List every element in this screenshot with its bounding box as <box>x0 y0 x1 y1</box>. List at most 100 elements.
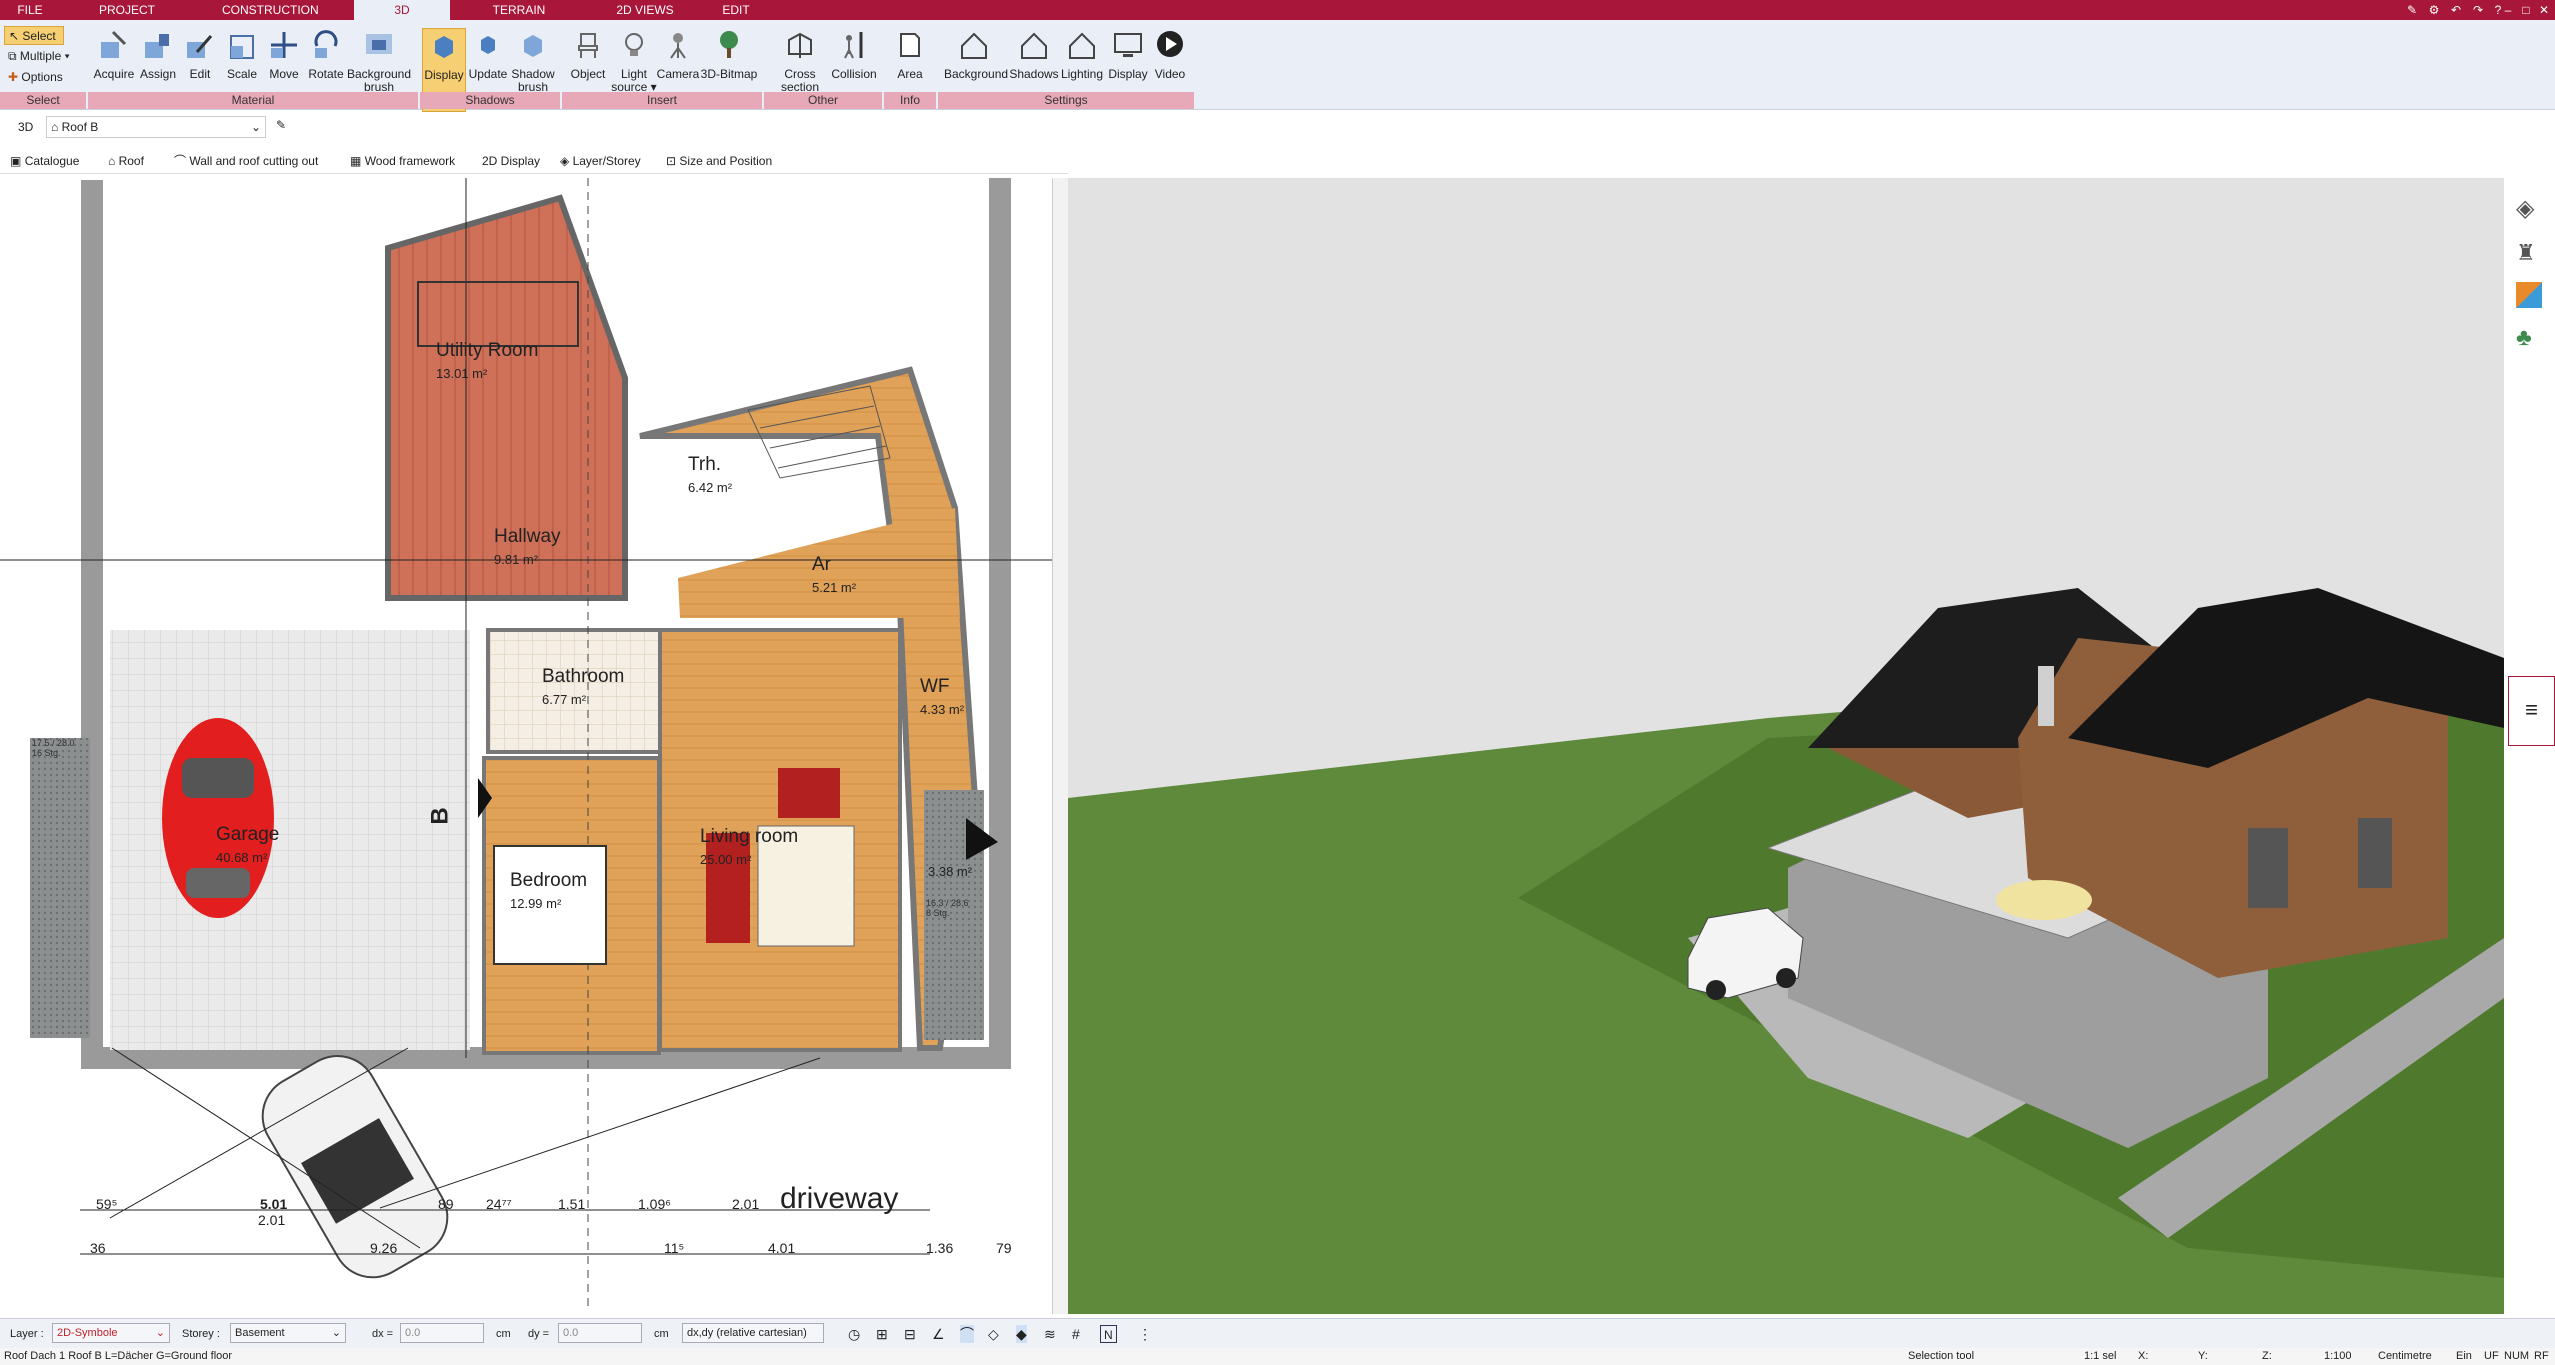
tab-2d-views[interactable]: 2D VIEWS <box>610 0 680 20</box>
tools-icon[interactable]: ✎ <box>2404 2 2420 18</box>
furniture-panel-icon[interactable]: ♜ <box>2516 240 2536 266</box>
room-wf[interactable]: WF 4.33 m² <box>920 676 964 720</box>
right-tool-sidebar: ◈ ♜ ♣ ≡ <box>2504 178 2555 1314</box>
cut-icon: ⌒ <box>174 154 187 168</box>
undo-icon[interactable]: ↶ <box>2448 2 2464 18</box>
tab-3d[interactable]: 3D <box>354 0 450 20</box>
room-trh[interactable]: Trh. 6.42 m² <box>688 454 732 498</box>
plan-scale: 1:100 <box>2324 1350 2352 1362</box>
grid-snap-icon[interactable]: ⊟ <box>904 1325 916 1343</box>
section-marker-b[interactable]: B <box>427 807 455 824</box>
room-hallway[interactable]: Hallway 9.81 m² <box>494 526 561 570</box>
framework-icon: ▦ <box>350 154 362 168</box>
ortho-icon[interactable]: ⌒ <box>960 1325 974 1343</box>
plan-vertical-scrollbar[interactable] <box>1052 178 1068 1314</box>
tab-project[interactable]: PROJECT <box>94 0 160 20</box>
options-button[interactable]: ✚ Options <box>4 68 64 87</box>
dim-sub: 2.01 <box>258 1212 286 1228</box>
storey-label: Storey : <box>182 1328 220 1340</box>
stair-label-left: 17.5 / 28.0 16 Stg. <box>32 738 75 758</box>
settings-icon[interactable]: ⚙ <box>2426 2 2442 18</box>
object-selector-bar: 3D ⌂ Roof B ⌄ ✎ <box>0 114 300 140</box>
plus-icon: ✚ <box>8 70 19 84</box>
room-bathroom[interactable]: Bathroom 6.77 m² <box>542 666 624 710</box>
wall-roof-cutting-button[interactable]: ⌒ Wall and roof cutting out <box>170 151 318 171</box>
pencil-icon[interactable]: ✎ <box>276 118 286 132</box>
clock-icon[interactable]: ◷ <box>848 1325 860 1343</box>
hamburger-menu-icon[interactable]: ≡ <box>2508 676 2555 746</box>
scale-icon <box>230 35 254 59</box>
object-dropdown[interactable]: ⌂ Roof B ⌄ <box>46 116 266 138</box>
room-living[interactable]: Living room 25.00 m² <box>700 826 798 870</box>
layer-label: Layer : <box>10 1328 44 1340</box>
size-position-button[interactable]: ⊡ Size and Position <box>662 151 772 171</box>
light-bulb-icon <box>625 33 643 56</box>
storey-dropdown[interactable]: Basement ⌄ <box>230 1323 346 1343</box>
tab-edit[interactable]: EDIT <box>716 0 756 20</box>
roof-button[interactable]: ⌂ Roof <box>104 151 144 171</box>
collision-icon <box>844 32 863 59</box>
selection-count: 1:1 sel <box>2084 1350 2117 1362</box>
floor-plan-view[interactable]: Utility Room 13.01 m² Hallway 9.81 m² Trh.… <box>0 178 1052 1306</box>
maximize-icon[interactable]: □ <box>2518 2 2534 18</box>
rf-indicator: RF <box>2534 1350 2549 1362</box>
tab-file[interactable]: FILE <box>8 0 52 20</box>
room-utility[interactable]: Utility Room 13.01 m² <box>436 340 538 384</box>
tab-terrain[interactable]: TERRAIN <box>484 0 554 20</box>
camera-icon <box>670 33 686 59</box>
layer-display-icon[interactable]: ◆ <box>1016 1325 1027 1343</box>
lighting-house-icon <box>1069 32 1095 59</box>
group-insert: Insert <box>562 92 762 109</box>
shadow-brush-icon <box>524 35 542 57</box>
room-garage[interactable]: Garage 40.68 m² <box>216 824 279 868</box>
snap-icon[interactable]: ⊞ <box>876 1325 888 1343</box>
minimize-icon[interactable]: – <box>2500 2 2516 18</box>
tab-construction[interactable]: CONSTRUCTION <box>222 0 319 20</box>
view-mode-label: 3D <box>18 120 34 134</box>
info-line: Roof Dach 1 Roof B L=Dächer G=Ground flo… <box>0 1348 2555 1365</box>
plants-panel-icon[interactable]: ♣ <box>2516 324 2532 352</box>
catalogue-button[interactable]: ▣ Catalogue <box>6 151 79 171</box>
dx-label: dx = <box>372 1328 394 1340</box>
parasol <box>1996 880 2092 920</box>
acquire-icon <box>101 30 127 58</box>
multiple-dropdown[interactable]: ⧉ Multiple ▾ <box>4 47 80 66</box>
group-shadows: Shadows <box>420 92 560 109</box>
hatch-icon[interactable]: ≋ <box>1044 1325 1056 1343</box>
dx-input[interactable]: 0.0 <box>400 1323 484 1343</box>
select-button[interactable]: ↖ Select <box>4 26 64 45</box>
selection-info: Roof Dach 1 Roof B L=Dächer G=Ground flo… <box>4 1350 233 1362</box>
close-icon[interactable]: ✕ <box>2536 2 2552 18</box>
armchair <box>778 768 840 818</box>
layer-storey-button[interactable]: ◈ Layer/Storey <box>556 151 641 171</box>
wood-framework-button[interactable]: ▦ Wood framework <box>346 151 455 171</box>
move-icon <box>271 32 297 58</box>
catalogue-icon: ▣ <box>10 154 22 168</box>
materials-panel-icon[interactable] <box>2516 282 2542 308</box>
grid-icon[interactable]: # <box>1072 1325 1080 1343</box>
room-bedroom[interactable]: Bedroom 12.99 m² <box>510 870 587 914</box>
tree-icon <box>720 31 738 58</box>
3d-view[interactable] <box>1068 178 2504 1314</box>
more-options-icon[interactable]: ⋮ <box>1138 1325 1152 1343</box>
coord-mode-dropdown[interactable]: dx,dy (relative cartesian) <box>682 1323 824 1343</box>
layer-snap-icon[interactable]: ◇ <box>988 1325 999 1343</box>
layers-panel-icon[interactable]: ◈ <box>2516 194 2534 223</box>
2d-display-button[interactable]: 2D Display <box>478 151 540 171</box>
room-unnamed[interactable]: 3.38 m² <box>928 864 972 879</box>
unit: Centimetre <box>2378 1350 2432 1362</box>
stair-label-right: 16.3 / 28.6 8 Stg. <box>926 898 969 918</box>
play-icon <box>1157 31 1183 57</box>
angle-icon[interactable]: ∠ <box>932 1325 945 1343</box>
group-settings: Settings <box>938 92 1194 109</box>
edit-icon <box>187 35 213 58</box>
dy-input[interactable]: 0.0 <box>558 1323 642 1343</box>
redo-icon[interactable]: ↷ <box>2470 2 2486 18</box>
layer-dropdown[interactable]: 2D-Symbole ⌄ <box>52 1323 170 1343</box>
room-ar[interactable]: Ar 5.21 m² <box>812 554 856 598</box>
num-indicator: NUM <box>2504 1350 2530 1362</box>
context-toolbar: ▣ Catalogue ⌂ Roof ⌒ Wall and roof cutti… <box>0 148 1068 174</box>
z-coord: Z: <box>2262 1350 2272 1362</box>
north-icon[interactable]: N <box>1100 1325 1117 1343</box>
roof-tool-icon: ⌂ <box>108 154 116 168</box>
